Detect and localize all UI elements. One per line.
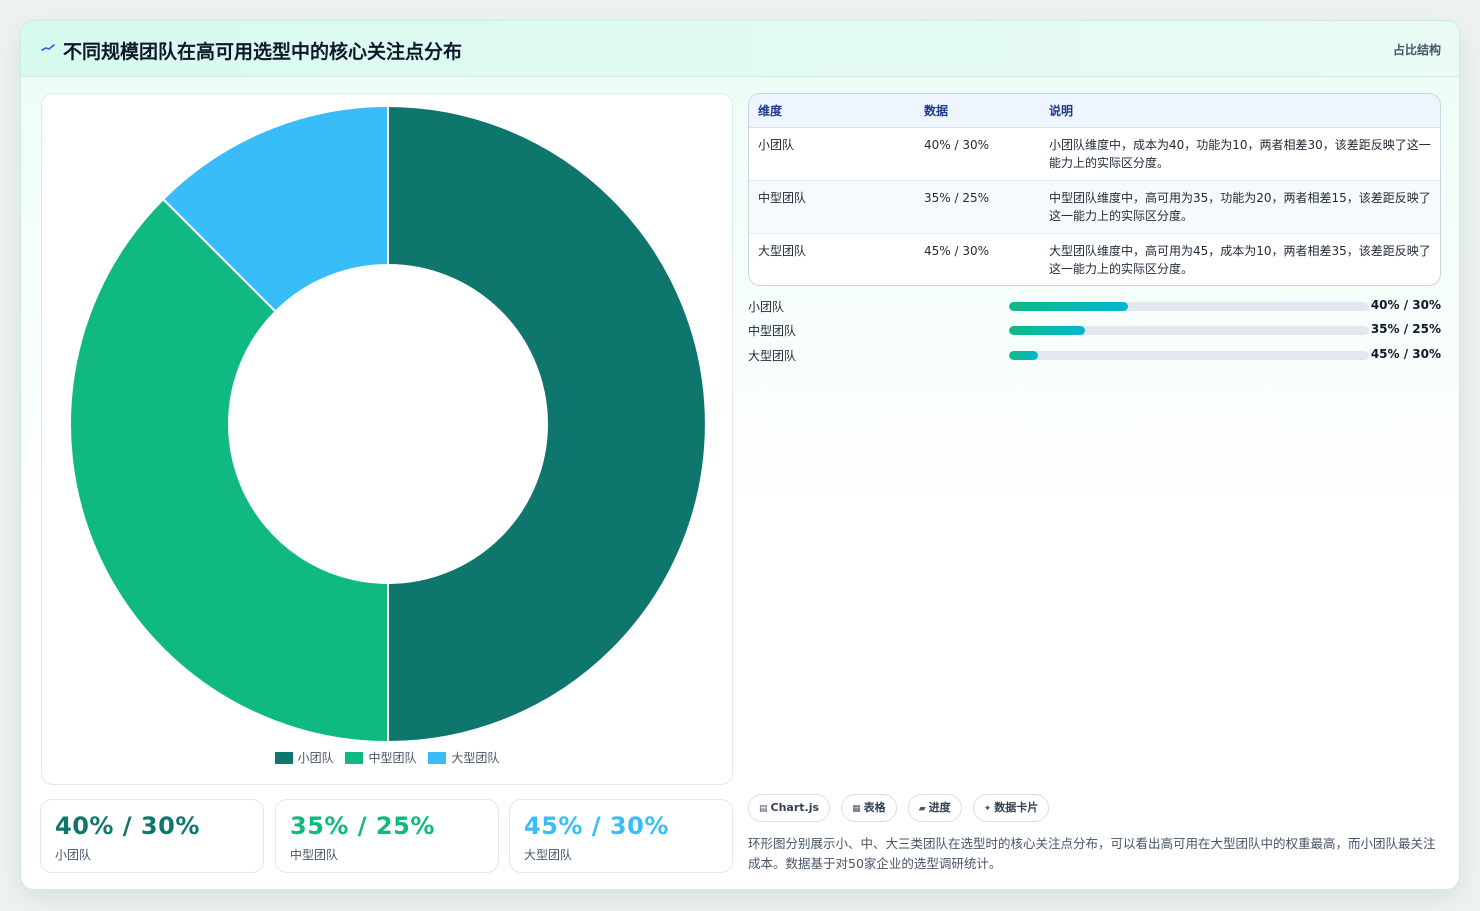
table-header-row: 维度 数据 说明 — [749, 94, 1440, 128]
progress-label: 中型团队 — [748, 324, 797, 338]
donut-chart — [69, 104, 707, 744]
chip-data-card[interactable]: ✦ 数据卡片 — [972, 794, 1050, 822]
column-header: 维度 — [749, 94, 915, 128]
progress-track — [1009, 302, 1369, 311]
stat-value: 35% / 25% — [290, 812, 435, 840]
cell-data: 45% / 30% — [924, 243, 990, 258]
chart-legend: 小团队 中型团队 大型团队 — [42, 749, 732, 766]
stat-card-large: 45% / 30% 大型团队 — [509, 799, 733, 873]
progress-value: 40% / 30% — [1370, 298, 1441, 312]
table-row: 小团队 40% / 30% 小团队维度中，成本为40，功能为10，两者相差30，… — [749, 127, 1440, 181]
table-icon: ▦ — [852, 804, 861, 814]
legend-swatch — [274, 752, 293, 764]
data-table: 维度 数据 说明 小团队 40% / 30% 小团队维度中，成本为40，功能为1… — [748, 93, 1441, 286]
legend-swatch — [428, 752, 447, 764]
cell-data: 40% / 30% — [915, 127, 1040, 181]
progress-icon: ▰ — [918, 804, 926, 814]
chip-label: 数据卡片 — [994, 801, 1039, 814]
chip-label: 进度 — [928, 801, 951, 814]
main-card: 不同规模团队在高可用选型中的核心关注点分布 占比结构 小团队 中型团队 大型团队… — [20, 20, 1460, 890]
donut-slice-0[interactable] — [387, 104, 707, 744]
legend-swatch — [345, 752, 364, 764]
chip-progress[interactable]: ▰ 进度 — [907, 794, 962, 822]
cell-data: 35% / 25% — [915, 180, 1040, 234]
column-header: 说明 — [1040, 94, 1440, 128]
legend-label: 中型团队 — [368, 751, 417, 765]
cell-dimension: 中型团队 — [749, 180, 915, 234]
sparkle-icon: ✦ — [983, 804, 992, 814]
chart-description: 环形图分别展示小、中、大三类团队在选型时的核心关注点分布，可以看出高可用在大型团… — [748, 836, 1436, 871]
chip-group: ▤ Chart.js ▦ 表格 ▰ 进度 ✦ 数据卡片 — [748, 794, 1055, 824]
column-header: 数据 — [915, 94, 1040, 128]
cell-dimension: 小团队 — [749, 127, 915, 181]
progress-row: 大型团队 45% / 30% — [748, 345, 1441, 365]
stat-value: 40% / 30% — [55, 812, 200, 840]
stat-label: 小团队 — [55, 848, 92, 862]
header: 不同规模团队在高可用选型中的核心关注点分布 占比结构 — [21, 21, 1459, 77]
progress-value: 35% / 25% — [1370, 322, 1441, 336]
legend-item-large[interactable]: 大型团队 — [428, 749, 499, 766]
cell-dimension: 大型团队 — [758, 243, 807, 258]
progress-track — [1009, 326, 1369, 335]
chip-table[interactable]: ▦ 表格 — [841, 794, 897, 822]
chart-icon: ▤ — [759, 804, 768, 814]
legend-item-small[interactable]: 小团队 — [274, 749, 334, 766]
table-row: 大型团队 45% / 30% 大型团队维度中，高可用为45，成本为10，两者相差… — [749, 233, 1440, 285]
legend-item-medium[interactable]: 中型团队 — [345, 749, 417, 766]
progress-row: 小团队 40% / 30% — [748, 296, 1441, 316]
header-tag: 占比结构 — [1392, 43, 1441, 57]
progress-row: 中型团队 35% / 25% — [748, 320, 1441, 340]
legend-label: 小团队 — [297, 751, 334, 765]
cell-note: 大型团队维度中，高可用为45，成本为10，两者相差35，该差距反映了这一能力上的… — [1049, 243, 1431, 276]
legend-label: 大型团队 — [451, 751, 500, 765]
progress-fill — [1009, 326, 1085, 335]
chart-panel: 小团队 中型团队 大型团队 — [41, 93, 733, 785]
pulse-icon — [41, 44, 55, 51]
stat-value: 45% / 30% — [524, 812, 669, 840]
stat-label: 中型团队 — [290, 848, 339, 862]
progress-fill — [1009, 351, 1038, 360]
page-title: 不同规模团队在高可用选型中的核心关注点分布 — [63, 41, 463, 63]
cell-note: 中型团队维度中，高可用为35，功能为20，两者相差15，该差距反映了这一能力上的… — [1040, 180, 1440, 234]
progress-track — [1009, 351, 1369, 360]
progress-label: 小团队 — [748, 300, 785, 314]
chip-label: 表格 — [863, 801, 886, 814]
chip-chartjs[interactable]: ▤ Chart.js — [748, 794, 831, 822]
stat-label: 大型团队 — [524, 848, 573, 862]
cell-note: 小团队维度中，成本为40，功能为10，两者相差30，该差距反映了这一能力上的实际… — [1040, 127, 1440, 181]
stat-card-medium: 35% / 25% 中型团队 — [275, 799, 499, 873]
table-row: 中型团队 35% / 25% 中型团队维度中，高可用为35，功能为20，两者相差… — [749, 180, 1440, 234]
progress-value: 45% / 30% — [1370, 347, 1441, 361]
progress-fill — [1009, 302, 1128, 311]
stat-card-small: 40% / 30% 小团队 — [40, 799, 264, 873]
donut-slice-1[interactable] — [69, 197, 389, 744]
progress-label: 大型团队 — [748, 349, 797, 363]
chip-label: Chart.js — [770, 801, 820, 814]
